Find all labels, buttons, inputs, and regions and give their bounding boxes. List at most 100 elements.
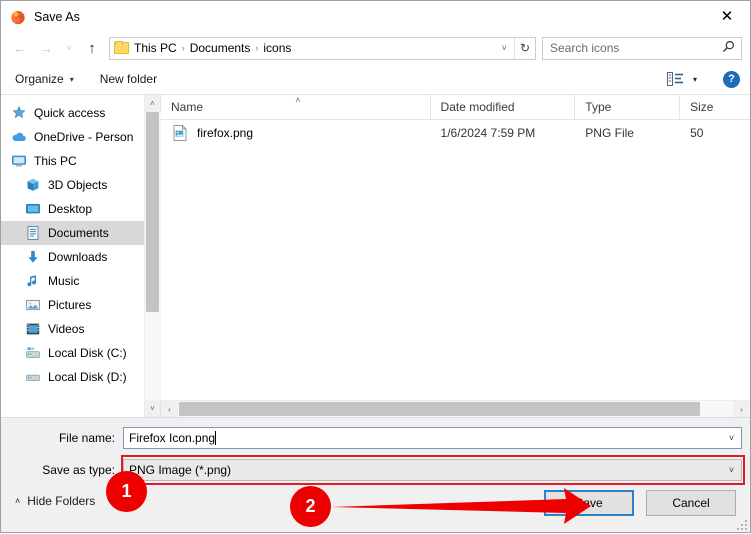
sidebar-item-desktop[interactable]: Desktop [1,197,144,221]
hide-folders-label: Hide Folders [27,494,96,508]
sidebar-item-pictures[interactable]: Pictures [1,293,144,317]
forward-icon[interactable]: → [33,35,59,61]
sort-ascending-icon: ˄ [295,94,301,105]
new-folder-button[interactable]: New folder [100,72,157,86]
organize-label: Organize [15,72,64,86]
cloud-icon [11,129,27,145]
firefox-icon [10,9,26,25]
title-bar: Save As ✕ [1,1,750,32]
sidebar-scroll-thumb[interactable] [145,112,159,312]
scroll-down-icon[interactable]: ˅ [145,400,161,417]
scroll-up-icon[interactable]: ˄ [145,95,161,112]
sidebar-item-3d-objects[interactable]: 3D Objects [1,173,144,197]
sidebar-item-onedrive[interactable]: OneDrive - Person [1,125,144,149]
text-cursor [215,431,217,445]
sidebar-item-local-disk-d[interactable]: Local Disk (D:) [1,365,144,389]
save-as-type-label: Save as type: [42,463,115,477]
chevron-down-icon[interactable]: ˅ [722,465,741,475]
search-icon[interactable] [722,40,735,56]
sidebar-item-this-pc[interactable]: This PC [1,149,144,173]
column-label: Date modified [440,100,515,114]
column-header-type[interactable]: Type [575,94,681,120]
breadcrumb-icons[interactable]: icons [261,41,293,55]
sidebar-item-downloads[interactable]: Downloads [1,245,144,269]
hscroll-track[interactable] [178,400,733,418]
desktop-icon [25,201,41,217]
sidebar-item-local-disk-c[interactable]: Local Disk (C:) [1,341,144,365]
save-as-type-row: Save as type: PNG Image (*.png) ˅ [1,455,750,485]
address-bar[interactable]: This PC › Documents › icons ˅ ↻ [109,36,536,60]
scroll-right-icon[interactable]: › [733,401,750,418]
sidebar-scroll-track[interactable] [144,112,161,400]
sidebar-item-label: Videos [48,322,85,336]
search-input[interactable]: Search icons [550,41,722,55]
help-icon[interactable]: ? [723,70,740,88]
file-name-cell[interactable]: firefox.png [161,124,431,141]
chevron-down-icon: ▾ [69,74,74,84]
star-icon [11,105,27,121]
organize-button[interactable]: Organize ▾ [15,72,74,86]
hscroll-thumb[interactable] [179,401,700,416]
save-as-type-select[interactable]: PNG Image (*.png) ˅ [123,459,742,481]
cube-icon [25,177,41,193]
view-details-icon[interactable] [666,72,684,86]
dialog-body: Quick access OneDrive - Person This PC 3… [1,94,750,418]
navigation-bar: ← → ˅ ↑ This PC › Documents › icons ˅ ↻ … [1,32,750,64]
png-file-icon [173,124,189,141]
sidebar-item-label: Local Disk (D:) [48,370,127,384]
sidebar-item-label: Music [48,274,80,288]
scroll-left-icon[interactable]: ‹ [161,401,178,418]
close-icon[interactable]: ✕ [704,1,750,32]
sidebar-item-label: Local Disk (C:) [48,346,127,360]
column-header-name[interactable]: ˄ Name [161,94,431,120]
videos-icon [25,321,41,337]
breadcrumb-this-pc[interactable]: This PC [132,41,179,55]
chevron-up-icon: ˄ [15,496,21,506]
sidebar-item-label: This PC [34,154,77,168]
sidebar-item-music[interactable]: Music [1,269,144,293]
save-as-dialog: Save As ✕ ← → ˅ ↑ This PC › Documents › … [0,0,751,533]
recent-locations-icon[interactable]: ˅ [59,35,79,61]
column-label: Name [171,100,204,114]
cancel-button[interactable]: Cancel [646,490,736,516]
disk-icon [25,369,41,385]
column-header-size[interactable]: Size [680,95,750,120]
sidebar-item-label: Documents [48,226,109,240]
chevron-down-icon[interactable]: ˅ [495,43,514,53]
file-name-label: firefox.png [197,126,254,140]
pictures-icon [25,297,41,313]
save-as-type-field-wrap: PNG Image (*.png) ˅ [121,455,750,485]
hide-folders-button[interactable]: ˄ Hide Folders [15,494,95,508]
sidebar-item-label: Downloads [48,250,108,264]
navigation-pane: Quick access OneDrive - Person This PC 3… [1,95,161,417]
sidebar-item-label: Pictures [48,298,92,312]
column-header-date-modified[interactable]: Date modified [431,94,576,120]
file-date-cell: 1/6/2024 7:59 PM [440,126,536,140]
file-name-input[interactable]: Firefox Icon.png ˅ [123,427,742,449]
file-name-value: Firefox Icon.png [129,431,217,445]
file-list-header: ˄ Name Date modified Type Size [161,94,750,120]
sidebar-item-label: Desktop [48,202,93,216]
table-row[interactable]: firefox.png 1/6/2024 7:59 PM PNG File 50 [161,120,750,146]
sidebar-item-documents[interactable]: Documents [1,221,144,245]
breadcrumb-documents[interactable]: Documents [188,41,253,55]
documents-icon [25,225,41,241]
sidebar-scrollbar[interactable]: ˄ ˅ [144,95,161,417]
sidebar-item-videos[interactable]: Videos [1,317,144,341]
file-list-horizontal-scrollbar[interactable]: ‹ › [161,400,750,418]
sidebar-item-quick-access[interactable]: Quick access [1,101,144,125]
monitor-icon [11,153,27,169]
save-button[interactable]: Save [544,490,634,516]
sidebar-list: Quick access OneDrive - Person This PC 3… [1,95,144,417]
chevron-down-icon[interactable]: ˅ [722,433,741,443]
up-icon[interactable]: ↑ [79,35,105,61]
chevron-down-icon[interactable]: ▾ [693,75,697,84]
back-icon[interactable]: ← [7,35,33,61]
sidebar-item-label: OneDrive - Person [34,130,134,144]
resize-grip[interactable] [737,520,747,530]
search-box[interactable]: Search icons [542,36,742,60]
refresh-icon[interactable]: ↻ [513,37,535,59]
dialog-buttons: Save Cancel [544,490,736,516]
file-size-cell: 50 [690,126,704,140]
file-name-field-wrap: Firefox Icon.png ˅ [123,427,750,449]
